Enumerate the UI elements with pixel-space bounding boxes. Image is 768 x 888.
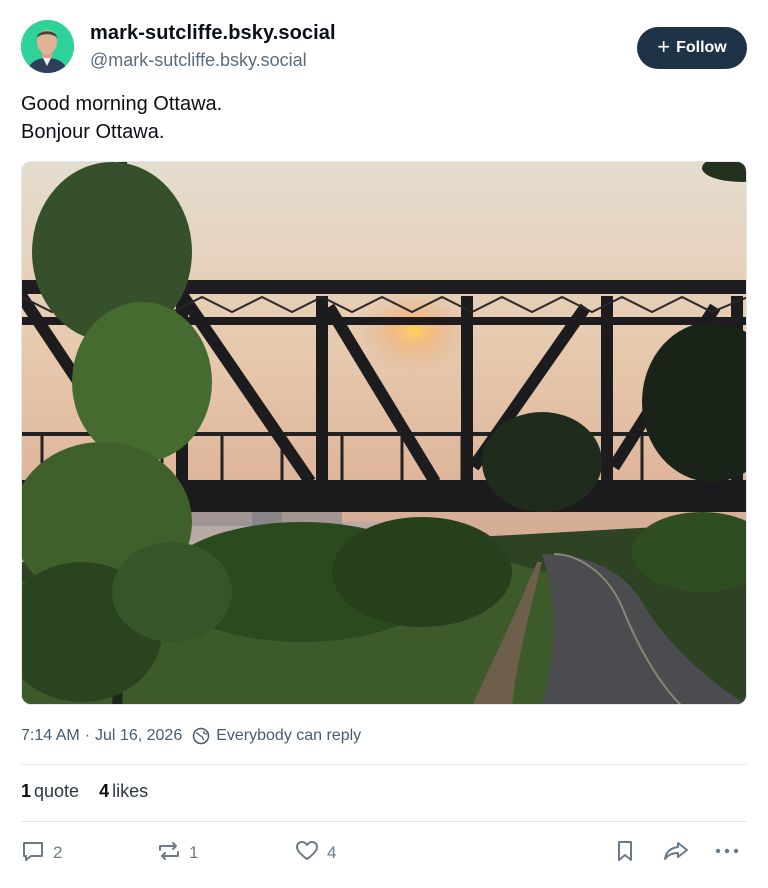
bookmark-icon (612, 838, 638, 869)
repost-count: 1 (189, 843, 199, 862)
bookmark-button[interactable] (612, 836, 638, 870)
share-button[interactable] (662, 836, 690, 870)
reply-icon (20, 838, 46, 869)
repost-icon (156, 838, 182, 869)
heart-icon (294, 838, 320, 869)
like-count: 4 (327, 843, 337, 862)
follow-button[interactable]: + Follow (637, 27, 747, 69)
quotes-stat[interactable]: 1 quote (21, 781, 79, 802)
follow-label: Follow (676, 39, 727, 56)
plus-icon: + (657, 34, 671, 59)
more-options-button[interactable] (714, 836, 740, 870)
divider (21, 764, 747, 765)
author-handle[interactable]: @mark-sutcliffe.bsky.social (90, 50, 307, 71)
reply-setting[interactable]: Everybody can reply (216, 727, 361, 745)
post-line: Good morning Ottawa. (21, 93, 223, 115)
post-time: 7:14 AM (21, 727, 80, 744)
post-line: Bonjour Ottawa. (21, 121, 165, 143)
like-button[interactable]: 4 (294, 836, 336, 870)
reply-count: 2 (53, 843, 63, 862)
action-bar: 2 1 4 (0, 836, 768, 870)
divider (21, 821, 747, 822)
meta-separator: · (84, 727, 91, 744)
post-stats: 1 quote 4 likes (21, 781, 148, 802)
avatar[interactable] (21, 20, 74, 73)
reply-button[interactable]: 2 (20, 836, 62, 870)
post-date[interactable]: Jul 16, 2026 (95, 727, 182, 745)
post-text: Good morning Ottawa. Bonjour Ottawa. (21, 90, 222, 146)
share-icon (662, 838, 690, 869)
author-display-name[interactable]: mark-sutcliffe.bsky.social (90, 22, 336, 45)
post-meta: 7:14 AM · Jul 16, 2026 Everybody can rep… (21, 727, 361, 745)
more-icon (714, 838, 740, 869)
globe-icon (192, 727, 210, 745)
post-image[interactable] (21, 161, 747, 705)
likes-stat[interactable]: 4 likes (99, 781, 148, 802)
repost-button[interactable]: 1 (156, 836, 198, 870)
